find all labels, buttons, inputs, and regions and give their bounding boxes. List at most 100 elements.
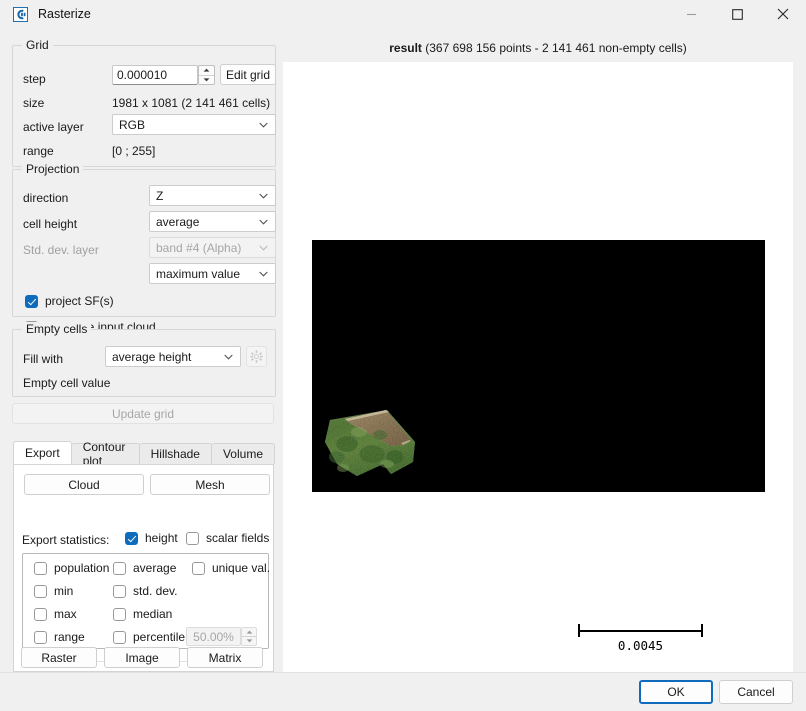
edit-grid-button[interactable]: Edit grid (220, 64, 276, 85)
cell-height-label: cell height (23, 217, 77, 231)
raster-button-main[interactable]: Raster (21, 647, 97, 668)
window-title: Rasterize (38, 7, 91, 21)
stat-population-checkbox[interactable]: population (34, 561, 109, 575)
scale-bar: 0.0045 (578, 624, 703, 654)
export-height-checkbox[interactable]: height (125, 531, 178, 545)
empty-cells-group: Empty cells Fill with average height (12, 329, 276, 397)
stat-max-checkbox[interactable]: max (34, 607, 77, 621)
mesh-button[interactable]: Mesh (150, 474, 270, 495)
percentile-spinner-down (242, 637, 256, 645)
projection-group-title: Projection (22, 162, 83, 176)
stat-percentile-label: percentile (133, 630, 185, 644)
project-sf-checkbox[interactable]: project SF(s) (25, 294, 114, 308)
settings-panel: Grid step 0.000010 Edit grid size 1981 x… (0, 28, 283, 672)
project-sf-label: project SF(s) (45, 294, 114, 308)
std-dev-layer-label: Std. dev. layer (23, 243, 99, 257)
stat-population-label: population (54, 561, 109, 575)
tab-volume[interactable]: Volume (211, 443, 275, 464)
stat-range-checkbox[interactable]: range (34, 630, 85, 644)
cell-height-value: average (156, 215, 199, 229)
statistics-frame: population average unique val. min std. … (22, 553, 269, 649)
export-height-checkbox-box[interactable] (125, 532, 138, 545)
preview-panel: 0.0045 (283, 62, 793, 672)
cell-height-combo[interactable]: average (149, 211, 276, 232)
raster-preview-viewport[interactable] (312, 240, 765, 492)
direction-combo[interactable]: Z (149, 185, 276, 206)
stat-max-checkbox-box[interactable] (34, 608, 47, 621)
chevron-down-icon (259, 271, 268, 277)
stat-std-dev-checkbox[interactable]: std. dev. (113, 584, 177, 598)
project-sf-checkbox-box[interactable] (25, 295, 38, 308)
ok-button[interactable]: OK (639, 680, 713, 704)
size-value: 1981 x 1081 (2 141 461 cells) (112, 96, 270, 110)
step-input[interactable]: 0.000010 (112, 65, 198, 85)
tab-export[interactable]: Export (13, 441, 72, 464)
project-sf-combo[interactable]: maximum value (149, 263, 276, 284)
stat-median-checkbox[interactable]: median (113, 607, 172, 621)
gear-icon (250, 350, 263, 363)
stat-unique-val-checkbox-box[interactable] (192, 562, 205, 575)
maximize-button[interactable] (714, 0, 760, 28)
range-label: range (23, 144, 54, 158)
stat-std-dev-checkbox-box[interactable] (113, 585, 126, 598)
preview-title-name: result (389, 41, 422, 55)
percentile-input: 50.00% (186, 627, 241, 646)
step-spinner[interactable] (198, 65, 215, 85)
scale-bar-label: 0.0045 (578, 638, 703, 653)
stat-std-dev-label: std. dev. (133, 584, 177, 598)
tab-bar: Export Contour plot Hillshade Volume (13, 441, 274, 464)
chevron-down-icon (224, 354, 233, 360)
stat-average-checkbox[interactable]: average (113, 561, 176, 575)
image-button[interactable]: Image (104, 647, 180, 668)
size-label: size (23, 96, 44, 110)
direction-label: direction (23, 191, 68, 205)
direction-value: Z (156, 189, 163, 203)
stat-median-label: median (133, 607, 172, 621)
stat-min-checkbox[interactable]: min (34, 584, 73, 598)
active-layer-label: active layer (23, 120, 84, 134)
percentile-spinner (241, 627, 257, 646)
tab-hillshade[interactable]: Hillshade (139, 443, 212, 464)
export-scalar-fields-label: scalar fields (206, 531, 269, 545)
matrix-button[interactable]: Matrix (187, 647, 263, 668)
export-scalar-fields-checkbox[interactable]: scalar fields (186, 531, 269, 545)
stat-average-checkbox-box[interactable] (113, 562, 126, 575)
stat-max-label: max (54, 607, 77, 621)
stat-population-checkbox-box[interactable] (34, 562, 47, 575)
grid-group: Grid step 0.000010 Edit grid size 1981 x… (12, 45, 276, 167)
stat-percentile-checkbox-box[interactable] (113, 631, 126, 644)
scale-bar-line (578, 630, 703, 632)
active-layer-combo[interactable]: RGB (112, 114, 276, 135)
window-titlebar: Rasterize (0, 0, 806, 28)
fill-with-label: Fill with (23, 352, 63, 366)
cloudcompare-icon (12, 6, 28, 22)
minimize-button[interactable] (668, 0, 714, 28)
window-controls (668, 0, 806, 28)
stat-min-checkbox-box[interactable] (34, 585, 47, 598)
dialog-button-bar: OK Cancel (0, 672, 806, 711)
stat-unique-val-checkbox[interactable]: unique val. (192, 561, 270, 575)
close-button[interactable] (760, 0, 806, 28)
projection-group: Projection direction Z cell height avera… (12, 169, 276, 317)
step-spinner-down[interactable] (199, 76, 214, 85)
export-height-label: height (145, 531, 178, 545)
stat-median-checkbox-box[interactable] (113, 608, 126, 621)
tab-contour-plot[interactable]: Contour plot (71, 443, 140, 464)
empty-cells-settings-button (246, 346, 267, 367)
std-dev-layer-value: band #4 (Alpha) (156, 241, 241, 255)
preview-title-stats: (367 698 156 points - 2 141 461 non-empt… (422, 41, 687, 55)
scale-bar-right-cap (701, 624, 703, 637)
cloud-button[interactable]: Cloud (24, 474, 144, 495)
fill-with-combo[interactable]: average height (105, 346, 241, 367)
cancel-button[interactable]: Cancel (719, 680, 793, 704)
stat-range-checkbox-box[interactable] (34, 631, 47, 644)
stat-percentile-checkbox[interactable]: percentile (113, 630, 185, 644)
step-spinner-up[interactable] (199, 66, 214, 75)
chevron-down-icon (259, 219, 268, 225)
stat-min-label: min (54, 584, 73, 598)
project-sf-value: maximum value (156, 267, 240, 281)
empty-cell-value-label: Empty cell value (23, 376, 110, 390)
stat-average-label: average (133, 561, 176, 575)
export-scalar-fields-checkbox-box[interactable] (186, 532, 199, 545)
chevron-down-icon (259, 245, 268, 251)
